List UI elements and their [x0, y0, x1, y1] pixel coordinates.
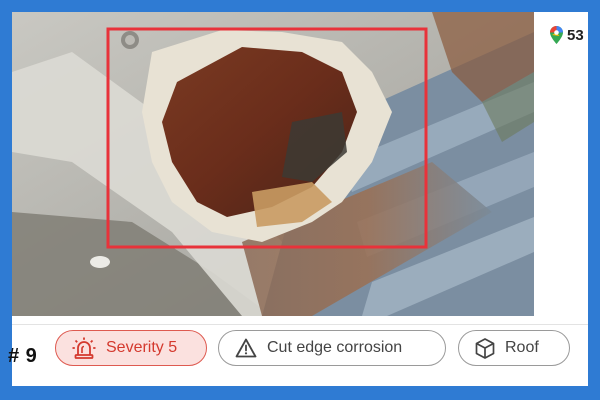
- component-chip[interactable]: Roof: [458, 330, 570, 366]
- screenshot-frame: 53 # 9 Severity 5 Cut edge corrosion Roo…: [0, 0, 600, 400]
- inspection-photo[interactable]: [12, 12, 534, 316]
- location-tag[interactable]: 53: [550, 26, 584, 44]
- finding-index: # 9: [8, 345, 38, 367]
- defect-type-label: Cut edge corrosion: [267, 339, 403, 356]
- defect-type-chip[interactable]: Cut edge corrosion: [218, 330, 446, 366]
- roof-corrosion-photo: [12, 12, 534, 316]
- severity-label: Severity 5: [106, 339, 178, 356]
- location-value: 53: [567, 26, 584, 44]
- map-pin-icon: [550, 26, 563, 44]
- warning-triangle-icon: [235, 338, 257, 358]
- severity-chip[interactable]: Severity 5: [55, 330, 207, 366]
- component-label: Roof: [505, 339, 539, 356]
- alarm-siren-icon: [72, 337, 96, 359]
- cube-icon: [475, 337, 495, 359]
